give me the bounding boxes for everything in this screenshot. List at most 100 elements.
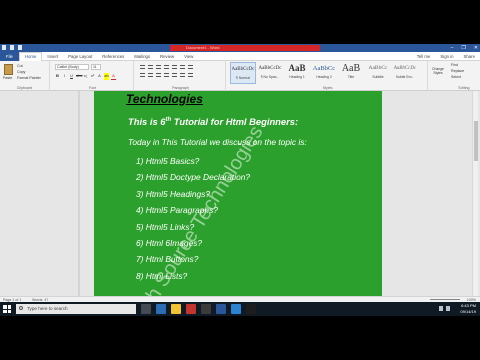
edge-icon[interactable] (156, 304, 166, 314)
document-area: Technologies This is 6th Tutorial for Ht… (0, 91, 480, 296)
align-right-icon[interactable] (156, 73, 161, 77)
underline-button[interactable]: U (69, 73, 74, 80)
justify-icon[interactable] (164, 73, 169, 77)
style-sample: AaBbCcDc (258, 66, 282, 71)
search-icon (19, 306, 23, 310)
sort-icon[interactable] (180, 65, 185, 69)
browser-icon[interactable] (231, 304, 241, 314)
font-size-select[interactable]: 11 (91, 64, 101, 70)
clock-date: 09/14/19 (460, 308, 476, 314)
list-buttons (140, 65, 193, 69)
highlight-button[interactable]: ab (104, 73, 109, 80)
intro-line: This is 6th Tutorial for Html Beginners: (128, 116, 298, 127)
paste-icon[interactable] (4, 64, 13, 75)
tab-home[interactable]: Home (18, 51, 43, 61)
app-icon[interactable] (201, 304, 211, 314)
document-page[interactable]: Technologies This is 6th Tutorial for Ht… (94, 91, 382, 296)
undo-icon[interactable] (10, 45, 14, 50)
style-no-spacing[interactable]: AaBbCcDc ¶ No Spac... (257, 62, 283, 84)
cut-button[interactable]: Cut (17, 64, 23, 68)
style-name: Title (347, 75, 355, 79)
tab-page-layout[interactable]: Page Layout (63, 52, 97, 61)
file-explorer-icon[interactable] (171, 304, 181, 314)
paste-button[interactable]: Paste (3, 76, 12, 80)
style-sample: AaBbCcDc (393, 66, 417, 71)
increase-indent-icon[interactable] (172, 65, 177, 69)
multilevel-list-icon[interactable] (156, 65, 161, 69)
sign-in[interactable]: Sign in (435, 52, 458, 61)
save-icon[interactable] (2, 45, 6, 50)
tab-review[interactable]: Review (155, 52, 179, 61)
style-name: Subtle Em... (395, 75, 415, 79)
search-placeholder: Type here to search (27, 306, 68, 311)
vertical-scrollbar[interactable] (472, 91, 478, 296)
copy-button[interactable]: Copy (17, 70, 25, 74)
windows-start-icon[interactable] (3, 305, 11, 313)
tell-me[interactable]: Tell me (412, 52, 436, 61)
style-heading-2[interactable]: AaBbCc Heading 2 (311, 62, 337, 84)
task-view-icon[interactable] (141, 304, 151, 314)
format-painter-button[interactable]: Format Painter (17, 76, 41, 80)
tab-references[interactable]: References (97, 52, 129, 61)
zoom-slider[interactable] (430, 299, 460, 300)
font-color-button[interactable]: A (111, 73, 116, 80)
replace-button[interactable]: Replace (451, 69, 464, 73)
style-title[interactable]: AaB Title (338, 62, 364, 84)
style-subtitle[interactable]: AaBbCc Subtitle (365, 62, 391, 84)
style-sample: AaBbCc (312, 65, 336, 72)
align-left-icon[interactable] (140, 73, 145, 77)
clock-time: 6:43 PM (461, 303, 476, 308)
bullets-icon[interactable] (140, 65, 145, 69)
tab-file[interactable]: File (0, 51, 19, 61)
quick-access-toolbar (2, 45, 22, 50)
styles-group: AaBbCcDc ¶ Normal AaBbCcDc ¶ No Spac... … (228, 61, 428, 91)
show-marks-icon[interactable] (188, 65, 193, 69)
superscript-button[interactable]: x² (90, 73, 95, 80)
taskbar: Type here to search 6:43 PM 09/14/19 (0, 302, 480, 316)
find-button[interactable]: Find (451, 63, 458, 67)
paragraph-group: Paragraph (136, 61, 226, 91)
redo-icon[interactable] (18, 45, 22, 50)
style-sample: AaB (341, 63, 361, 74)
line-spacing-icon[interactable] (172, 73, 177, 77)
style-subtle-emphasis[interactable]: AaBbCcDc Subtle Em... (392, 62, 418, 84)
ribbon-tabs: File Home Insert Page Layout References … (0, 51, 480, 61)
tab-insert[interactable]: Insert (42, 52, 63, 61)
word-icon[interactable] (216, 304, 226, 314)
editing-group: Find Replace Select Editing (448, 61, 480, 91)
tab-view[interactable]: View (179, 52, 198, 61)
document-heading: Technologies (126, 92, 203, 106)
italic-button[interactable]: I (62, 73, 67, 80)
font-family-select[interactable]: Calibri (Body) (55, 64, 89, 70)
style-name: Subtitle (372, 75, 384, 79)
align-center-icon[interactable] (148, 73, 153, 77)
ribbon: Paste Cut Copy Format Painter Clipboard … (0, 61, 480, 91)
shading-icon[interactable] (180, 73, 185, 77)
share-button[interactable]: Share (459, 52, 480, 61)
clipboard-group: Paste Cut Copy Format Painter Clipboard (0, 61, 50, 91)
network-icon[interactable] (439, 306, 443, 311)
word-window: Document1 - Word – ❐ ✕ File Home Insert … (0, 44, 480, 316)
taskbar-search[interactable]: Type here to search (16, 304, 136, 314)
bold-button[interactable]: B (55, 73, 60, 80)
style-normal[interactable]: AaBbCcDc ¶ Normal (230, 62, 256, 84)
numbering-icon[interactable] (148, 65, 153, 69)
change-styles-button[interactable]: Change Styles (430, 67, 446, 75)
style-heading-1[interactable]: AaB Heading 1 (284, 62, 310, 84)
style-sample: AaBbCc (368, 65, 388, 71)
store-icon[interactable] (186, 304, 196, 314)
terminal-icon[interactable] (246, 304, 256, 314)
tab-mailings[interactable]: Mailings (129, 52, 155, 61)
style-name: Heading 2 (316, 75, 332, 79)
subscript-button[interactable]: x₂ (83, 73, 88, 80)
style-sample: AaB (288, 63, 306, 73)
select-button[interactable]: Select (451, 75, 461, 79)
text-effects-button[interactable]: A (97, 73, 102, 80)
scrollbar-thumb[interactable] (474, 121, 478, 161)
strikethrough-button[interactable]: abc (76, 73, 82, 80)
system-clock[interactable]: 6:43 PM 09/14/19 (460, 303, 476, 314)
style-name: ¶ Normal (236, 76, 250, 80)
volume-icon[interactable] (446, 306, 450, 311)
decrease-indent-icon[interactable] (164, 65, 169, 69)
borders-icon[interactable] (188, 73, 193, 77)
